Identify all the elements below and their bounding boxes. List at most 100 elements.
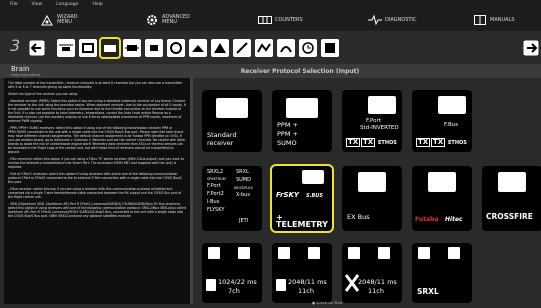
step-connect[interactable] [145,39,163,57]
cog-icon [145,14,159,26]
step-rotation[interactable] [233,39,251,57]
option-telemetry[interactable]: FrSKY S.BUS + TELEMETRY [270,164,334,233]
step-gyro[interactable] [167,39,185,57]
counters-label: COUNTERS [275,16,303,23]
option-label: EX Bus [347,213,370,221]
option-label: F.Port [207,183,221,189]
option-label: JETI [239,218,249,224]
step-swash[interactable] [79,39,97,57]
satellite-icon [278,247,290,259]
option-label: 11ch [368,287,384,295]
manual-icon [473,14,487,26]
wizard-steps-bar: 3 [0,31,541,64]
help-paragraph: Select the type of the receiver you are … [8,92,79,96]
option-label: SRXL [417,287,439,296]
option-label: SPEKTRUM [207,177,226,181]
menu-bar: File View Language Help [0,0,541,9]
spektrum-bind-label[interactable]: ● Spektrum Bind [312,301,342,305]
ethos-logo: ETHOS [378,140,397,146]
page-title: Brain [11,65,30,73]
help-panel: The ideal number of the transmitter / re… [4,78,190,304]
option-fport[interactable]: F.Port Std-INVERTED TX TX ETHOS [342,90,402,152]
option-label: 1024/22 ms [218,278,257,286]
servo-icon [125,45,139,51]
help-paragraph: - Port or F.Port2 receivers: select this… [8,172,182,184]
option-standard-receiver[interactable]: Standard receiver [202,90,262,152]
option-satellite-1024[interactable]: 1024/22 ms 7ch [202,243,262,303]
option-ppm-sumo[interactable]: PPM + PPM + SUMO [272,90,332,152]
receiver-icon [358,172,386,192]
step-mount[interactable] [189,39,207,57]
step-governor[interactable] [277,39,295,57]
menu-language[interactable]: Language [56,2,78,7]
option-label: CROSSFIRE [486,212,533,221]
step-helicopter[interactable] [57,39,75,57]
option-exbus[interactable]: EX Bus [342,166,402,231]
option-label: receiver [207,139,234,147]
helicopter-icon [59,44,73,51]
diagnostic-label: DIAGNOSTIC [385,16,417,23]
help-paragraph: - PPM / PPM+ SUMO receivers: select this… [8,126,186,154]
option-label: F.Port [366,118,381,124]
satellite-icon [448,247,460,259]
step-timer[interactable] [299,39,317,57]
receiver-icon [286,98,318,118]
advanced-menu-label: ADVANCED MENU [162,14,190,25]
step-servos[interactable] [123,39,141,57]
counters-button[interactable]: COUNTERS [258,13,303,27]
advanced-menu-button[interactable]: ADVANCED MENU [145,13,192,27]
help-paragraph: - F.Bus receiver: select this box if you… [8,187,182,199]
tx-badge: TX [431,138,446,147]
swash-icon [82,43,94,53]
satellite-icon [348,247,360,259]
frsky-logo: FrSKY [276,191,299,199]
option-label: MULTIPLEX [234,186,253,190]
option-fbus[interactable]: F.Bus TX TX ETHOS [412,90,472,152]
step-number: 3 [10,36,21,55]
mount-icon [192,45,204,52]
hitec-logo: Hitec [445,216,463,223]
option-label: Std-INVERTED [360,125,399,131]
sbus-logo: S.BUS [306,193,323,199]
option-label: X-bus [236,192,250,198]
wizard-menu-button[interactable]: WIZARD MENU [40,13,83,27]
satellite-icon [206,279,216,291]
clock-icon [302,42,314,54]
diagnostic-button[interactable]: DIAGNOSTIC [368,13,416,27]
menu-help[interactable]: Help [92,2,102,7]
back-button[interactable] [28,39,46,57]
ethos-logo: ETHOS [448,140,467,146]
step-receiver[interactable] [99,37,121,59]
plug-icon [150,45,158,51]
help-paragraph: The ideal number of the transmitter / re… [8,81,183,89]
receiver-icon [498,172,526,192]
satellite-icon [308,247,320,259]
receiver-options-grid: Standard receiver PPM + PPM + SUMO F.Por… [194,78,541,308]
arrow-left-icon [29,40,45,56]
step-tail[interactable] [211,39,229,57]
option-futaba-hitec[interactable]: Futaba Hitec [412,166,472,231]
top-navigation: WIZARD MENU ADVANCED MENU COUNTERS DIAGN… [0,9,541,32]
menu-view[interactable]: View [32,2,43,7]
step-pitch[interactable] [255,39,273,57]
option-label: PPM + [277,130,298,138]
manuals-button[interactable]: MANUALS [473,13,515,27]
wizard-menu-label: WIZARD MENU [57,14,78,25]
section-heading: Receiver Protocol Selection (Input) [240,68,360,75]
option-satellite-2048-a[interactable]: 2048/11 ms 11ch [272,243,332,303]
option-label: + TELEMETRY [276,213,328,229]
counter-icon [258,14,272,26]
option-crossfire[interactable]: CROSSFIRE [482,166,541,231]
next-button[interactable] [522,39,540,57]
page-subtitle: Help instructions [11,73,41,77]
menu-file[interactable]: File [10,2,18,7]
option-label: SRXL2 [207,169,224,175]
option-serial-protocols[interactable]: SRXL2 SPEKTRUM F.Port F.Port2 I-Bus FLYS… [202,166,262,231]
help-scrollbar[interactable] [190,78,193,304]
tail-icon [214,43,226,53]
option-srxl[interactable]: SRXL [412,243,472,303]
option-satellite-2048-b[interactable]: 2048/11 ms 11ch [342,243,402,303]
satellite-icon [276,279,286,291]
step-finish[interactable] [321,39,339,57]
receiver-icon [368,96,396,114]
